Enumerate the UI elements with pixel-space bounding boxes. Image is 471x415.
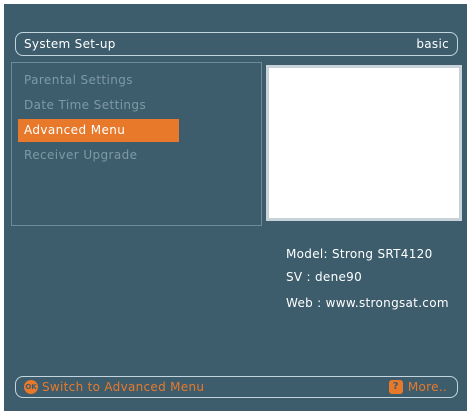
- menu-item-date-time-settings[interactable]: Date Time Settings: [18, 94, 179, 117]
- page-title: System Set-up: [24, 37, 116, 51]
- menu-panel: Parental Settings Date Time Settings Adv…: [11, 62, 262, 226]
- model-info: Model: Strong SRT4120: [286, 247, 433, 261]
- preview-window: [266, 65, 462, 221]
- help-icon: ?: [388, 380, 403, 394]
- more-label: More..: [407, 380, 447, 394]
- menu-item-receiver-upgrade[interactable]: Receiver Upgrade: [18, 144, 179, 167]
- more-hint[interactable]: ? More..: [388, 380, 447, 394]
- tv-osd-screen: System Set-up basic Parental Settings Da…: [4, 4, 467, 411]
- software-version: SV : dene90: [286, 270, 363, 284]
- ok-button-icon: OK: [24, 380, 38, 394]
- ok-action-label: Switch to Advanced Menu: [42, 380, 205, 394]
- menu-item-advanced-menu[interactable]: Advanced Menu: [18, 119, 179, 142]
- web-address: Web : www.strongsat.com: [286, 296, 449, 310]
- mode-indicator: basic: [416, 37, 449, 51]
- footer-bar: OK Switch to Advanced Menu ? More..: [15, 376, 458, 398]
- menu-item-parental-settings[interactable]: Parental Settings: [18, 69, 179, 92]
- ok-hint[interactable]: OK Switch to Advanced Menu: [24, 380, 204, 394]
- header-bar: System Set-up basic: [15, 32, 458, 56]
